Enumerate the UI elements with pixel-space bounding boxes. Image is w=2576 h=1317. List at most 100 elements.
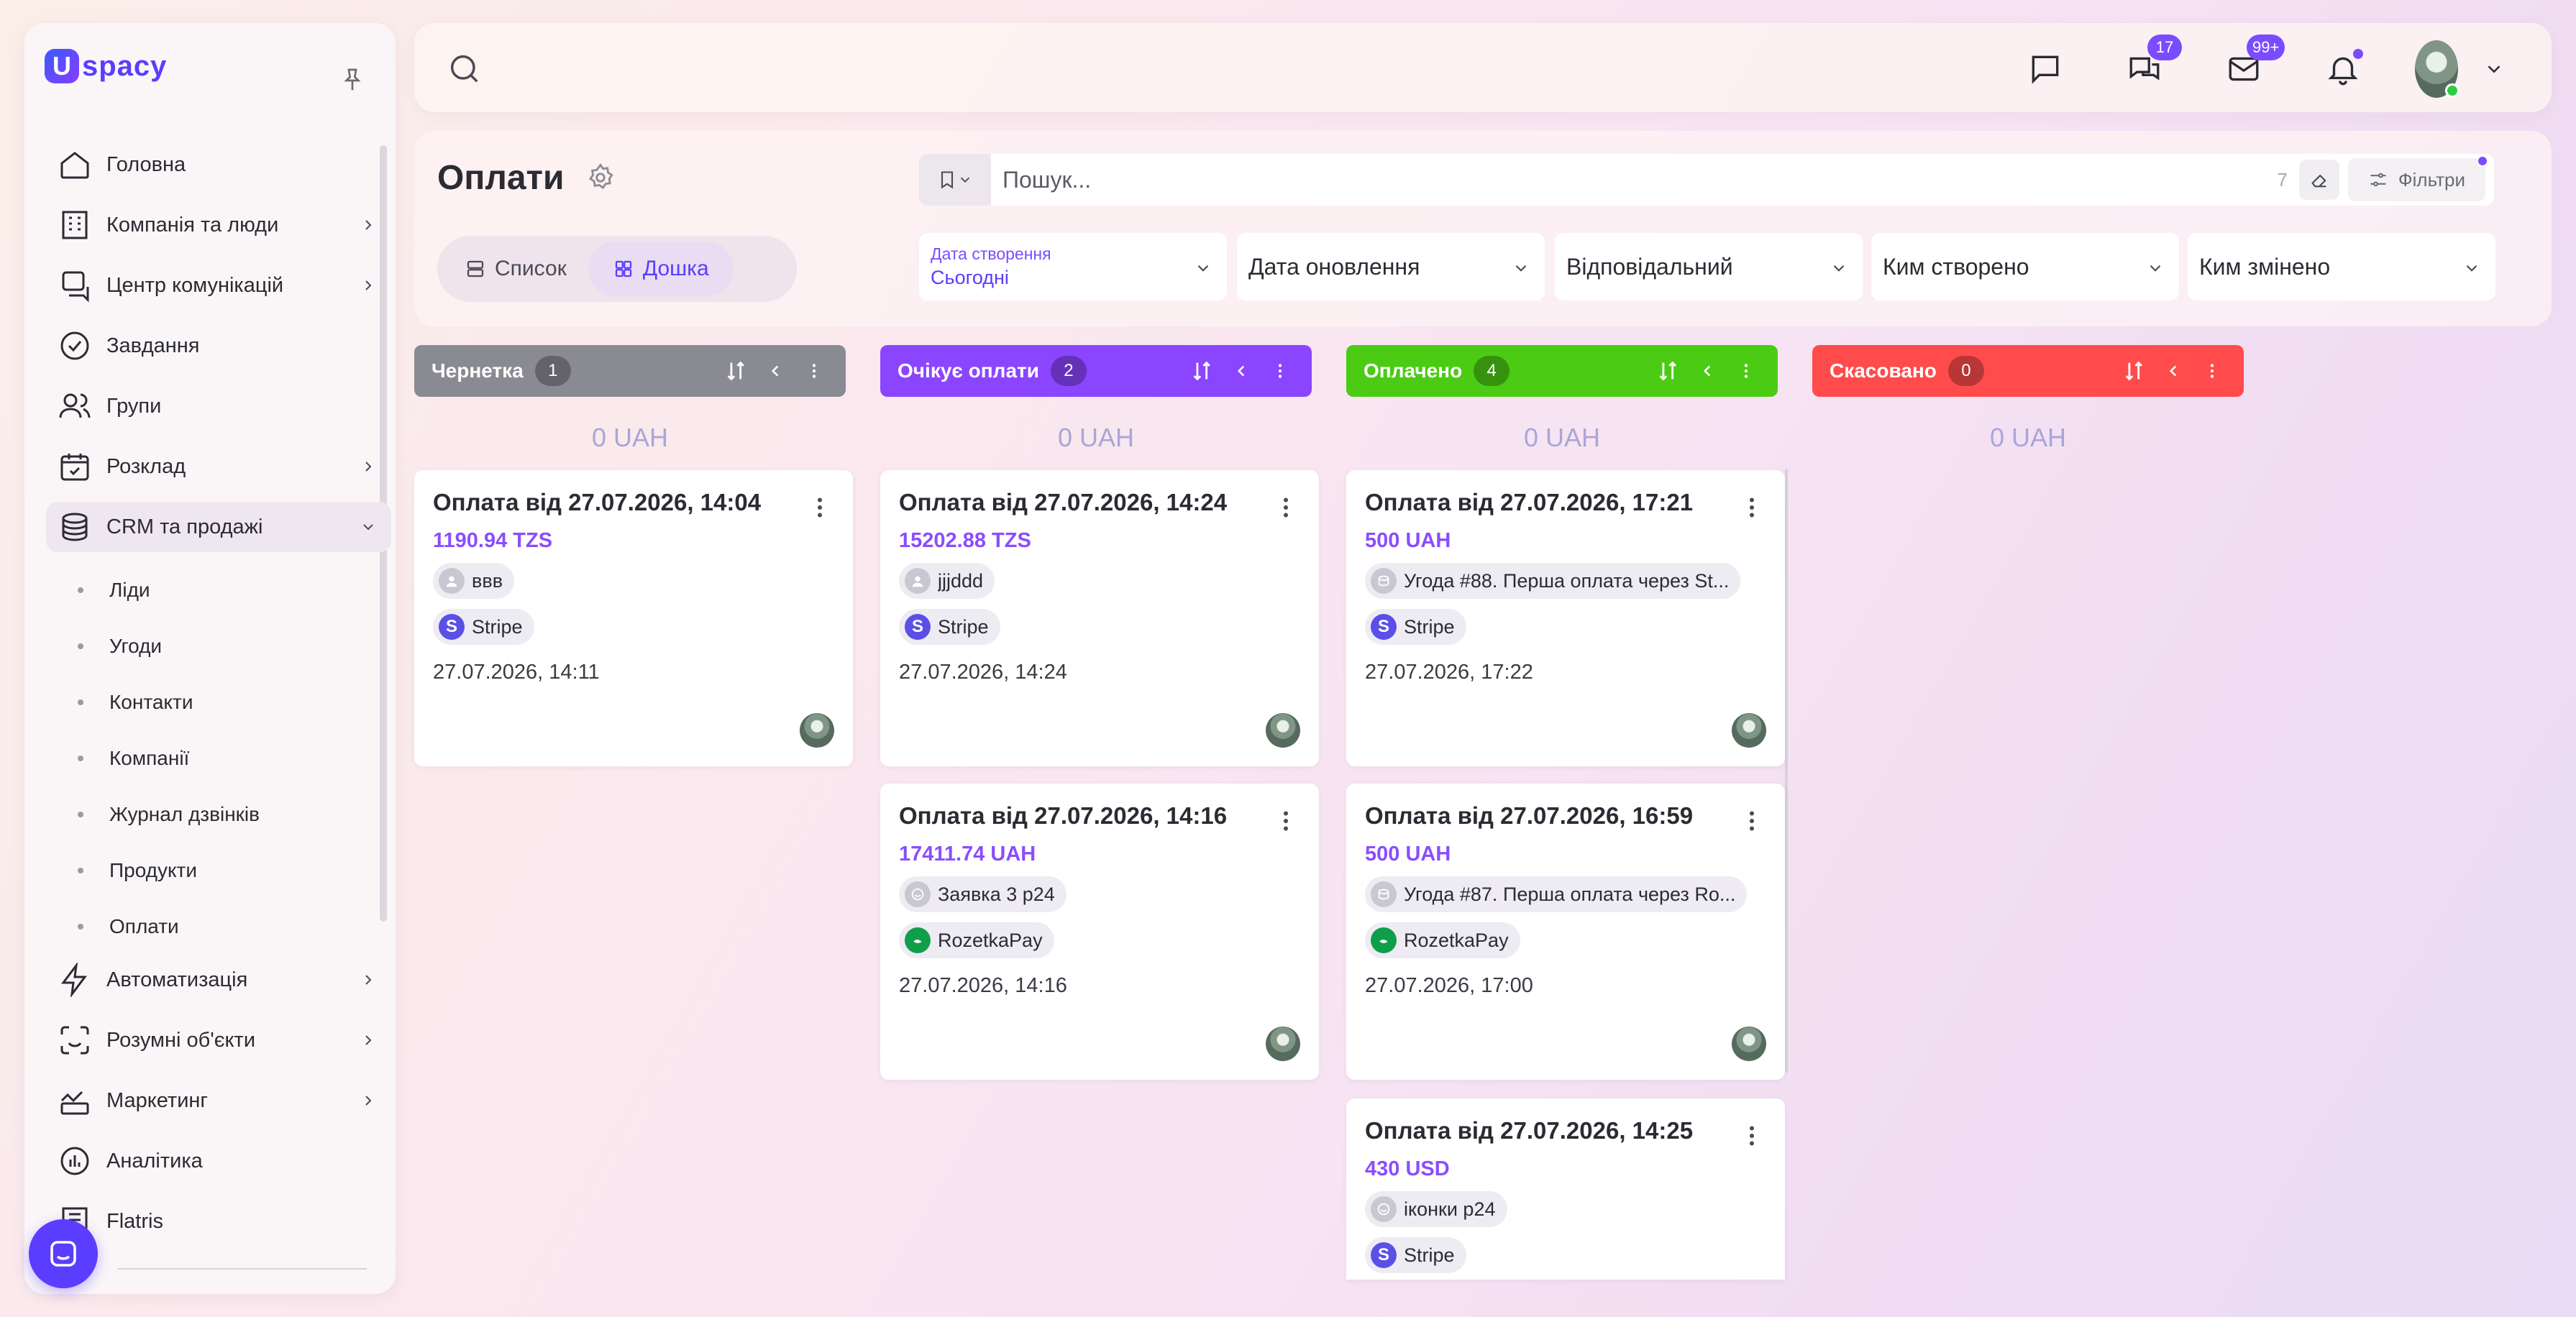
sort-button[interactable] — [2120, 357, 2149, 385]
sidebar-item-home[interactable]: Головна — [46, 139, 391, 190]
chevron-left-icon — [1703, 365, 1711, 377]
column-header-cancelled[interactable]: Скасовано 0 — [1812, 345, 2244, 397]
card-date: 27.07.2026, 14:24 — [899, 661, 1067, 684]
app-logo[interactable]: U spacy — [45, 45, 167, 88]
chevron-down-icon — [2488, 65, 2500, 73]
avatar[interactable] — [800, 713, 834, 748]
filter-label: Ким змінено — [2199, 253, 2331, 280]
sidebar-item-smart-objects[interactable]: Розумні об'єкти — [46, 1015, 391, 1065]
gear-icon[interactable] — [585, 162, 616, 193]
column-menu-button[interactable] — [2198, 357, 2226, 385]
kebab-menu-icon[interactable] — [1273, 495, 1299, 520]
filters-button[interactable]: Фільтри — [2347, 155, 2488, 201]
mail-button[interactable]: 99+ — [2222, 35, 2285, 91]
chat-support-icon — [50, 1241, 76, 1267]
filter-label: Дата створення — [931, 244, 1051, 263]
payment-card[interactable]: Оплата від 27.07.2026, 16:59 500 UAH Уго… — [1346, 784, 1785, 1080]
card-title: Оплата від 27.07.2026, 17:21 — [1365, 489, 1694, 515]
sort-button[interactable] — [1188, 357, 1217, 385]
column-header-awaiting[interactable]: Очікує оплати 2 — [880, 345, 1312, 397]
card-date: 27.07.2026, 14:11 — [433, 661, 600, 684]
sidebar-item-tasks[interactable]: Завдання — [46, 321, 391, 371]
view-list-label: Список — [495, 257, 567, 280]
sidebar-item-communications[interactable]: Центр комунікацій — [46, 260, 391, 311]
sort-icon — [1193, 361, 1210, 381]
source-chip[interactable]: Заявка 3 р24 — [899, 876, 1067, 912]
bullet-dot — [78, 699, 83, 705]
sidebar-item-groups[interactable]: Групи — [46, 381, 391, 431]
kebab-menu-icon[interactable] — [1273, 808, 1299, 834]
kebab-menu-icon[interactable] — [1739, 808, 1765, 834]
payment-card[interactable]: Оплата від 27.07.2026, 14:04 1190.94 TZS… — [414, 470, 853, 766]
sidebar-item-flatris[interactable]: Flatris — [46, 1196, 391, 1247]
clear-search-button[interactable] — [2298, 160, 2339, 200]
bullet-dot — [78, 924, 83, 930]
user-menu-toggle[interactable] — [2480, 47, 2508, 91]
column-total: 0 UAH — [1523, 423, 1601, 452]
source-chip[interactable]: Угода #88. Перша оплата через St... — [1365, 563, 1741, 599]
support-chat-button[interactable] — [29, 1219, 98, 1288]
source-chip[interactable]: іконки р24 — [1365, 1191, 1507, 1227]
payment-card[interactable]: Оплата від 27.07.2026, 14:16 17411.74 UA… — [880, 784, 1319, 1080]
source-label: jjjddd — [938, 569, 984, 592]
sidebar-subitem-companies[interactable]: Компанії — [46, 730, 391, 786]
search-icon[interactable] — [446, 50, 483, 88]
sidebar-item-label: Компанія та люди — [106, 213, 279, 237]
bookmark-icon — [941, 171, 954, 189]
column-menu-button[interactable] — [800, 357, 828, 385]
saved-filters-button[interactable] — [919, 154, 991, 206]
filter-created-date[interactable]: Дата створення Сьогодні — [919, 233, 1227, 300]
view-list-button[interactable]: Список — [443, 242, 588, 296]
pin-icon[interactable] — [338, 66, 367, 95]
column-scrollbar[interactable] — [1785, 469, 1788, 1073]
sidebar-subitem-contacts[interactable]: Контакти — [46, 674, 391, 730]
collapse-button[interactable] — [761, 357, 790, 385]
avatar[interactable] — [1266, 713, 1300, 748]
source-chip[interactable]: Угода #87. Перша оплата через Ro... — [1365, 876, 1748, 912]
sidebar-subitem-leads[interactable]: Ліди — [46, 562, 391, 618]
notifications-button[interactable] — [2321, 47, 2365, 91]
filters-label: Фільтри — [2398, 168, 2465, 191]
column-header-draft[interactable]: Чернетка 1 — [414, 345, 846, 397]
sidebar-item-marketing[interactable]: Маркетинг — [46, 1075, 391, 1126]
source-chip[interactable]: jjjddd — [899, 563, 995, 599]
user-menu[interactable] — [2415, 40, 2459, 98]
sidebar-item-company[interactable]: Компанія та люди — [46, 200, 391, 250]
payment-card[interactable]: Оплата від 27.07.2026, 17:21 500 UAH Уго… — [1346, 470, 1785, 766]
kebab-menu-icon[interactable] — [807, 495, 833, 520]
chats-button[interactable]: 17 — [2123, 35, 2182, 91]
sidebar-item-schedule[interactable]: Розклад — [46, 441, 391, 492]
sidebar-item-automation[interactable]: Автоматизація — [46, 955, 391, 1005]
collapse-button[interactable] — [2159, 357, 2188, 385]
search-input[interactable] — [991, 166, 2278, 193]
sidebar-subitem-payments[interactable]: Оплати — [46, 899, 391, 955]
column-menu-button[interactable] — [1732, 357, 1760, 385]
column-header-paid[interactable]: Оплачено 4 — [1346, 345, 1778, 397]
collapse-button[interactable] — [1227, 357, 1256, 385]
messages-button[interactable] — [2024, 47, 2067, 91]
filter-modified-by[interactable]: Ким змінено — [2188, 233, 2495, 300]
collapse-button[interactable] — [1693, 357, 1722, 385]
sidebar-item-analytics[interactable]: Аналітика — [46, 1136, 391, 1186]
sidebar-subitem-calls[interactable]: Журнал дзвінків — [46, 786, 391, 843]
sort-button[interactable] — [722, 357, 751, 385]
source-chip[interactable]: ввв — [433, 563, 515, 599]
avatar[interactable] — [1732, 1027, 1766, 1061]
column-menu-button[interactable] — [1266, 357, 1294, 385]
avatar[interactable] — [1266, 1027, 1300, 1061]
kebab-menu-icon[interactable] — [1739, 1123, 1765, 1149]
sort-button[interactable] — [1654, 357, 1683, 385]
view-board-button[interactable]: Дошка — [588, 242, 734, 296]
kebab-menu-icon[interactable] — [1739, 495, 1765, 520]
avatar[interactable] — [1732, 713, 1766, 748]
sidebar-item-crm[interactable]: CRM та продажі — [46, 502, 391, 552]
sidebar-divider — [118, 1268, 367, 1270]
filter-created-by[interactable]: Ким створено — [1871, 233, 2179, 300]
sidebar-subitem-products[interactable]: Продукти — [46, 843, 391, 899]
rozetkapay-icon — [905, 927, 931, 953]
sidebar-subitem-deals[interactable]: Угоди — [46, 618, 391, 674]
filter-updated-date[interactable]: Дата оновлення — [1237, 233, 1545, 300]
filter-responsible[interactable]: Відповідальний — [1555, 233, 1863, 300]
payment-card[interactable]: Оплата від 27.07.2026, 14:25 430 USD іко… — [1346, 1098, 1785, 1280]
payment-card[interactable]: Оплата від 27.07.2026, 14:24 15202.88 TZ… — [880, 470, 1319, 766]
